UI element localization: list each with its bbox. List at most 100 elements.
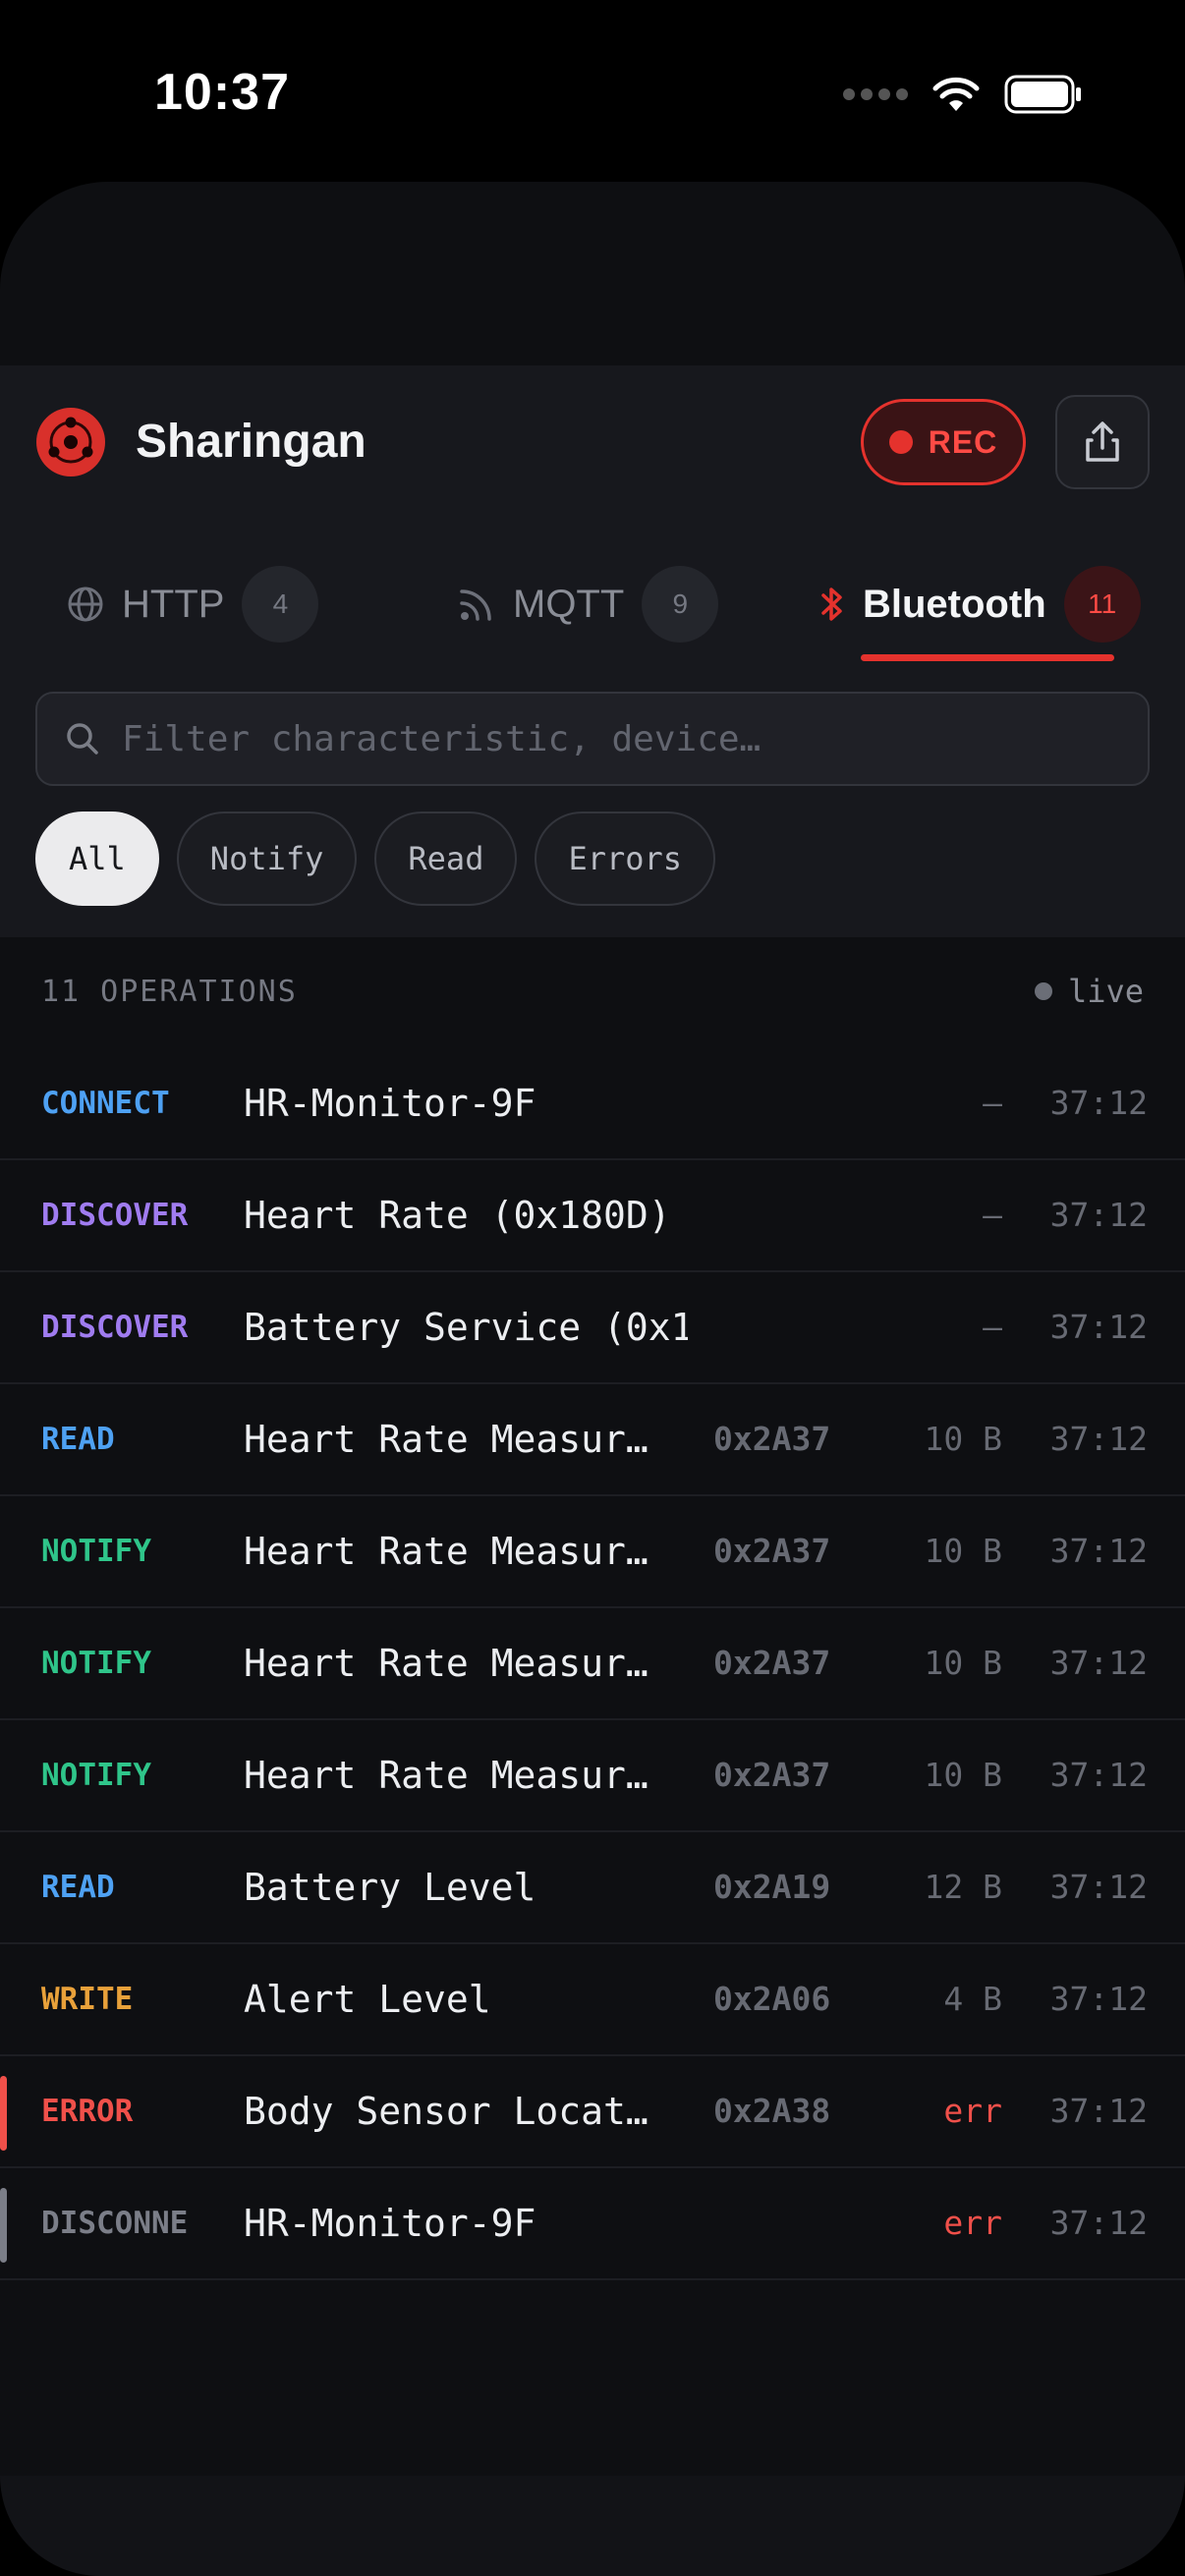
operations-count: 11 OPERATIONS — [41, 975, 298, 1009]
share-button[interactable] — [1055, 395, 1150, 489]
operation-type: CONNECT — [41, 1086, 170, 1121]
operation-time: 37:12 — [1049, 2204, 1148, 2242]
search-field[interactable] — [35, 692, 1150, 786]
operation-size: 12 B — [924, 1868, 1002, 1906]
operation-type: READ — [41, 1870, 115, 1905]
tab-count-badge: 4 — [242, 566, 319, 643]
operation-size: 10 B — [924, 1532, 1002, 1570]
operation-row[interactable]: READ Heart Rate Measur… 0x2A37 10 B 37:1… — [0, 1384, 1185, 1496]
operation-time: 37:12 — [1049, 1084, 1148, 1122]
status-time: 10:37 — [154, 64, 290, 121]
wifi-icon — [932, 77, 980, 111]
app-header: Sharingan REC — [0, 393, 1185, 491]
record-dot-icon — [888, 430, 913, 454]
share-icon — [1086, 421, 1119, 462]
operation-row[interactable]: NOTIFY Heart Rate Measur… 0x2A37 10 B 37… — [0, 1608, 1185, 1720]
operation-row[interactable]: DISCOVER Battery Service (0x180F) — 37:1… — [0, 1272, 1185, 1384]
live-label: live — [1067, 973, 1144, 1010]
operation-time: 37:12 — [1049, 1308, 1148, 1346]
operation-target: HR-Monitor-9F — [244, 2202, 536, 2245]
operation-time: 37:12 — [1049, 1196, 1148, 1234]
operation-target: Heart Rate Measur… — [244, 1754, 649, 1797]
operation-target: Heart Rate Measur… — [244, 1418, 649, 1461]
operation-type: NOTIFY — [41, 1758, 151, 1793]
operation-row[interactable]: CONNECT HR-Monitor-9F — 37:12 — [0, 1048, 1185, 1160]
operations-list: CONNECT HR-Monitor-9F — 37:12 DISCOVER H… — [0, 1048, 1185, 2280]
operation-type: DISCONNE — [41, 2206, 189, 2241]
rss-icon — [460, 589, 491, 621]
search-icon — [67, 723, 98, 755]
sheet-bottom — [0, 2476, 1185, 2576]
filter-errors[interactable]: Errors — [535, 812, 716, 906]
operation-time: 37:12 — [1049, 1756, 1148, 1794]
operation-uuid: 0x2A37 — [713, 1756, 831, 1794]
operation-row[interactable]: DISCOVER Heart Rate (0x180D) — 37:12 — [0, 1160, 1185, 1272]
operation-type: NOTIFY — [41, 1534, 151, 1569]
filter-chips: All Notify Read Errors — [35, 812, 716, 908]
operation-size: — — [983, 1084, 1002, 1122]
operation-type: DISCOVER — [41, 1198, 189, 1233]
operation-uuid: 0x2A38 — [713, 2092, 831, 2130]
filter-notify[interactable]: Notify — [176, 812, 358, 906]
operation-time: 37:12 — [1049, 1868, 1148, 1906]
operation-size: 10 B — [924, 1756, 1002, 1794]
filter-read[interactable]: Read — [374, 812, 518, 906]
operation-time: 37:12 — [1049, 2092, 1148, 2130]
tab-mqtt[interactable]: MQTT 9 — [458, 550, 719, 658]
live-indicator: live — [1034, 973, 1144, 1010]
operation-target: Body Sensor Locat… — [244, 2090, 649, 2133]
operation-time: 37:12 — [1049, 1420, 1148, 1458]
record-button[interactable]: REC — [861, 399, 1026, 485]
operation-row[interactable]: NOTIFY Heart Rate Measur… 0x2A37 10 B 37… — [0, 1720, 1185, 1832]
tab-label: HTTP — [122, 582, 225, 626]
status-bar: 10:37 — [0, 0, 1185, 187]
protocol-tabs: HTTP 4 MQTT 9 Bluetooth 11 — [0, 550, 1185, 668]
app-title: Sharingan — [136, 416, 367, 468]
operation-uuid: 0x2A06 — [713, 1980, 831, 2018]
operation-uuid: 0x2A19 — [713, 1868, 831, 1906]
tab-count-badge: 9 — [642, 566, 719, 643]
operation-size: — — [983, 1308, 1002, 1346]
operation-row-error[interactable]: ERROR Body Sensor Locat… 0x2A38 err 37:1… — [0, 2056, 1185, 2168]
operation-type: WRITE — [41, 1982, 134, 2017]
operation-time: 37:12 — [1049, 1644, 1148, 1682]
live-dot-icon — [1034, 982, 1052, 1000]
operation-target: Battery Service (0x180F) — [244, 1306, 688, 1349]
operation-row[interactable]: NOTIFY Heart Rate Measur… 0x2A37 10 B 37… — [0, 1496, 1185, 1608]
error-marker — [0, 2076, 7, 2151]
operation-target: Heart Rate Measur… — [244, 1642, 649, 1685]
filter-all[interactable]: All — [35, 812, 159, 906]
operation-type: DISCOVER — [41, 1310, 189, 1345]
operation-target: Heart Rate Measur… — [244, 1530, 649, 1573]
bluetooth-icon — [821, 588, 842, 621]
record-label: REC — [928, 423, 998, 460]
operation-size: err — [943, 2092, 1002, 2130]
operation-type: NOTIFY — [41, 1646, 151, 1681]
operation-uuid: 0x2A37 — [713, 1644, 831, 1682]
operation-uuid: 0x2A37 — [713, 1532, 831, 1570]
operation-row-disconnect[interactable]: DISCONNE HR-Monitor-9F err 37:12 — [0, 2168, 1185, 2280]
battery-icon — [1004, 75, 1081, 114]
globe-icon — [68, 587, 103, 622]
operation-row[interactable]: WRITE Alert Level 0x2A06 4 B 37:12 — [0, 1944, 1185, 2056]
tab-label: Bluetooth — [863, 582, 1046, 626]
tab-label: MQTT — [513, 582, 625, 626]
operation-time: 37:12 — [1049, 1532, 1148, 1570]
list-header: 11 OPERATIONS live — [0, 963, 1185, 1022]
operation-row[interactable]: READ Battery Level 0x2A19 12 B 37:12 — [0, 1832, 1185, 1944]
operation-target: HR-Monitor-9F — [244, 1082, 536, 1125]
operation-time: 37:12 — [1049, 1980, 1148, 2018]
operation-size: 4 B — [943, 1980, 1002, 2018]
status-icons — [843, 75, 1083, 114]
operation-size: 10 B — [924, 1644, 1002, 1682]
operation-size: — — [983, 1196, 1002, 1234]
active-tab-indicator — [861, 654, 1114, 661]
operation-target: Heart Rate (0x180D) — [244, 1194, 671, 1237]
operation-size: 10 B — [924, 1420, 1002, 1458]
disconnect-marker — [0, 2188, 7, 2263]
tab-count-badge: 11 — [1063, 566, 1141, 643]
operation-type: READ — [41, 1422, 115, 1457]
tab-http[interactable]: HTTP 4 — [67, 550, 319, 658]
tab-bluetooth[interactable]: Bluetooth 11 — [819, 550, 1141, 658]
search-input[interactable] — [122, 718, 1148, 759]
